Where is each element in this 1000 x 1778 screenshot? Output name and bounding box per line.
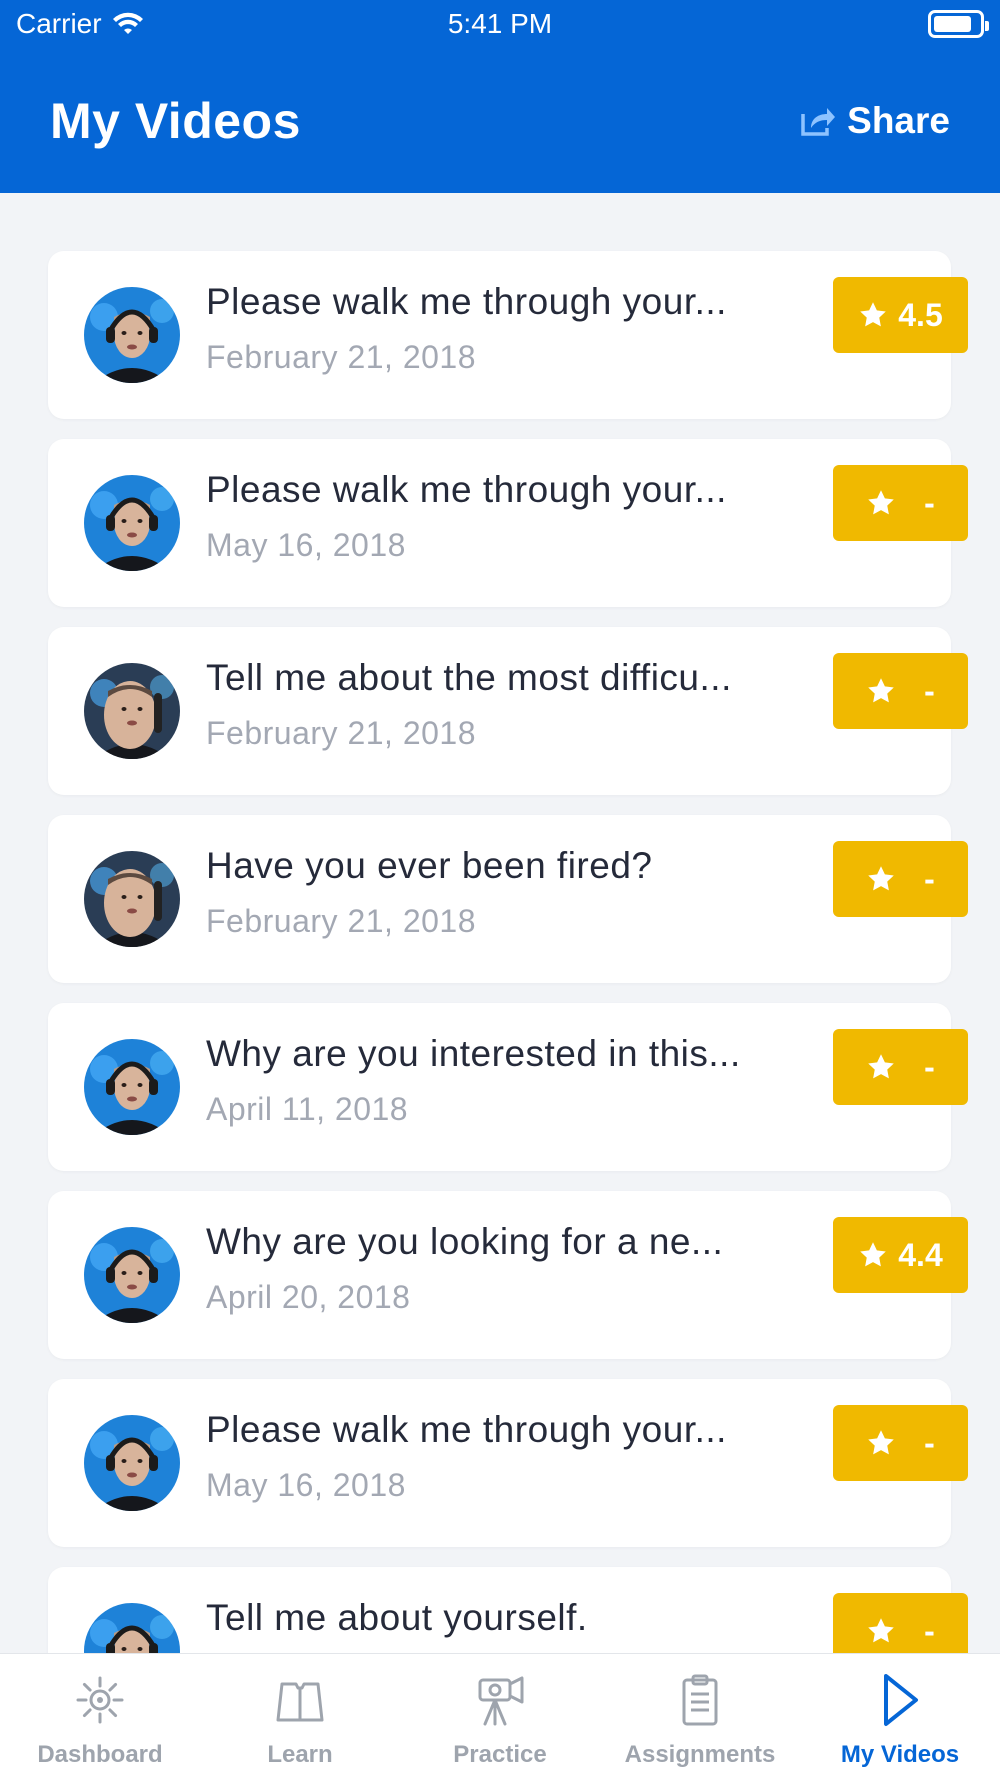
video-title: Please walk me through your... bbox=[206, 281, 727, 322]
page-title: My Videos bbox=[50, 92, 301, 149]
star-icon bbox=[868, 1430, 894, 1455]
star-icon bbox=[860, 1242, 886, 1267]
video-card[interactable]: Why are you looking for a ne... April 20,… bbox=[48, 1191, 968, 1359]
clipboard-icon bbox=[669, 1670, 731, 1741]
video-thumbnail-avatar bbox=[84, 287, 180, 383]
battery-icon bbox=[928, 10, 989, 38]
video-card[interactable]: Tell me about yourself. - bbox=[48, 1567, 968, 1653]
rating-badge[interactable]: 4.4 bbox=[833, 1217, 968, 1293]
rating-value: 4.4 bbox=[898, 1236, 943, 1273]
rating-value: - bbox=[924, 1424, 935, 1461]
star-icon bbox=[868, 1054, 894, 1079]
rating-badge[interactable]: - bbox=[833, 1593, 968, 1653]
rating-value: - bbox=[924, 484, 935, 521]
video-thumbnail-avatar bbox=[84, 475, 180, 571]
camera-icon bbox=[469, 1670, 531, 1741]
status-time: 5:41 PM bbox=[447, 8, 553, 39]
star-icon bbox=[868, 678, 894, 703]
video-date: February 21, 2018 bbox=[206, 903, 476, 939]
video-card[interactable]: Why are you interested in this... April 1… bbox=[48, 1003, 968, 1171]
video-title: Have you ever been fired? bbox=[206, 845, 653, 886]
video-title: Please walk me through your... bbox=[206, 1409, 727, 1450]
video-title: Tell me about the most difficu... bbox=[206, 657, 732, 698]
rating-badge[interactable]: - bbox=[833, 465, 968, 541]
sun-icon bbox=[69, 1670, 131, 1741]
video-card[interactable]: Please walk me through your... May 16, 20… bbox=[48, 439, 968, 607]
tab-label: My Videos bbox=[840, 1741, 960, 1768]
tab-practice[interactable]: Practice bbox=[400, 1654, 600, 1778]
status-left: Carrier bbox=[16, 8, 144, 40]
video-title: Why are you looking for a ne... bbox=[206, 1221, 724, 1262]
video-date: April 20, 2018 bbox=[206, 1279, 411, 1315]
tab-assignments[interactable]: Assignments bbox=[600, 1654, 800, 1778]
rating-badge[interactable]: - bbox=[833, 1029, 968, 1105]
video-thumbnail-avatar bbox=[84, 1603, 180, 1653]
battery-level bbox=[934, 16, 972, 32]
video-card[interactable]: Tell me about the most difficu... Februar… bbox=[48, 627, 968, 795]
rating-badge[interactable]: - bbox=[833, 841, 968, 917]
tab-label: Assignments bbox=[624, 1741, 776, 1768]
video-date: May 16, 2018 bbox=[206, 1467, 406, 1503]
star-icon bbox=[868, 1618, 894, 1643]
video-thumbnail-avatar bbox=[84, 1039, 180, 1135]
video-thumbnail-avatar bbox=[84, 1227, 180, 1323]
rating-value: - bbox=[924, 1048, 935, 1085]
video-card[interactable]: Have you ever been fired? February 21, 20… bbox=[48, 815, 968, 983]
video-date: May 16, 2018 bbox=[206, 527, 406, 563]
carrier-label: Carrier bbox=[16, 8, 102, 39]
rating-value: - bbox=[924, 672, 935, 709]
tab-bar: Dashboard Learn Practice Assignments My Vide… bbox=[0, 1653, 1000, 1778]
rating-value: 4.5 bbox=[898, 296, 943, 333]
video-card[interactable]: Please walk me through your... February 2… bbox=[48, 251, 968, 419]
video-date: February 21, 2018 bbox=[206, 715, 476, 751]
tab-label: Practice bbox=[453, 1741, 547, 1768]
video-thumbnail-avatar bbox=[84, 1415, 180, 1511]
book-icon bbox=[269, 1670, 331, 1741]
rating-value: - bbox=[924, 860, 935, 897]
wifi-icon bbox=[112, 12, 143, 34]
tab-label: Dashboard bbox=[37, 1741, 163, 1768]
tab-my-videos[interactable]: My Videos bbox=[800, 1654, 1000, 1778]
video-card[interactable]: Please walk me through your... May 16, 20… bbox=[48, 1379, 968, 1547]
rating-badge[interactable]: - bbox=[833, 1405, 968, 1481]
tab-dashboard[interactable]: Dashboard bbox=[0, 1654, 200, 1778]
star-icon bbox=[868, 490, 894, 515]
video-title: Tell me about yourself. bbox=[206, 1597, 588, 1638]
share-button[interactable]: Share bbox=[799, 100, 950, 142]
star-icon bbox=[868, 866, 894, 891]
video-thumbnail-avatar bbox=[84, 851, 180, 947]
rating-badge[interactable]: 4.5 bbox=[833, 277, 968, 353]
video-date: February 21, 2018 bbox=[206, 339, 476, 375]
rating-value: - bbox=[924, 1612, 935, 1649]
tab-label: Learn bbox=[267, 1741, 333, 1768]
video-date: April 11, 2018 bbox=[206, 1091, 409, 1127]
tab-learn[interactable]: Learn bbox=[200, 1654, 400, 1778]
status-bar: Carrier 5:41 PM bbox=[0, 0, 1000, 48]
star-icon bbox=[860, 302, 886, 327]
video-thumbnail-avatar bbox=[84, 663, 180, 759]
share-label: Share bbox=[847, 99, 950, 141]
share-icon bbox=[801, 107, 836, 136]
video-title: Please walk me through your... bbox=[206, 469, 727, 510]
rating-badge[interactable]: - bbox=[833, 653, 968, 729]
play-icon bbox=[869, 1670, 931, 1741]
video-list[interactable]: Please walk me through your... February 2… bbox=[0, 193, 1000, 1653]
video-title: Why are you interested in this... bbox=[206, 1033, 741, 1074]
header: My Videos Share bbox=[0, 48, 1000, 193]
